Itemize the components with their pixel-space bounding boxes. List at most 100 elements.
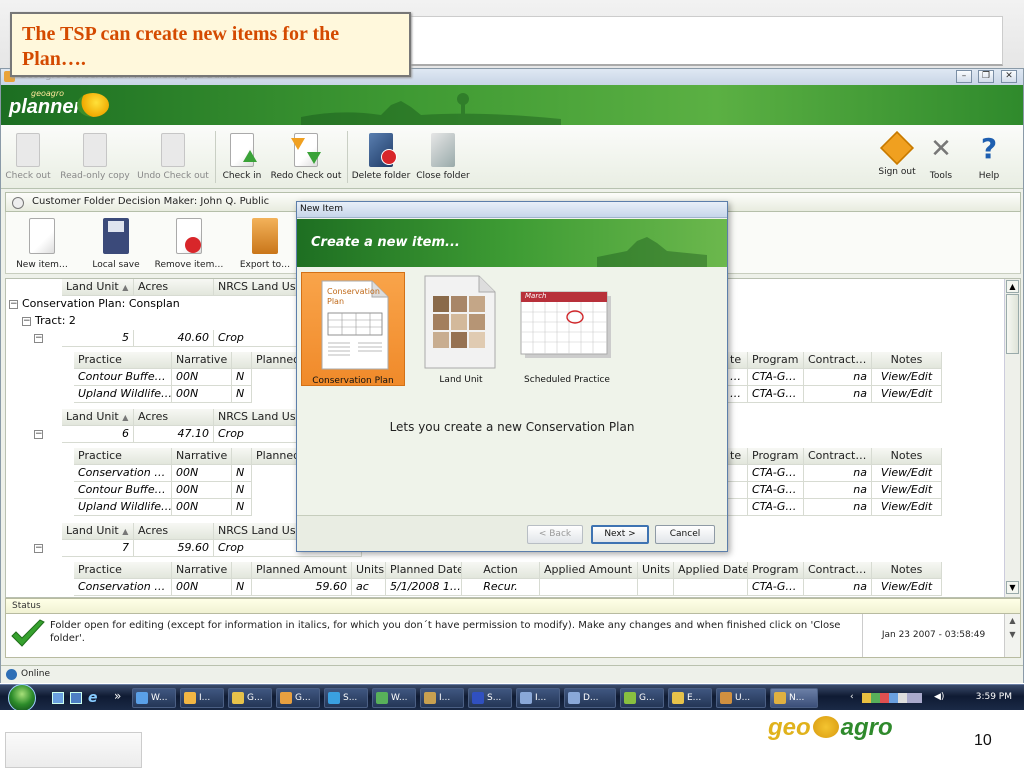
col-notes[interactable]: Notes	[872, 352, 942, 369]
collapse-icon[interactable]: −	[34, 430, 43, 439]
sign-out-button[interactable]: Sign out	[875, 131, 919, 177]
practice-row[interactable]: Conservation … 00N N 59.60 ac 5/1/2008 1…	[74, 579, 974, 596]
scroll-down-icon[interactable]: ▼	[1006, 581, 1019, 594]
taskbar-button[interactable]: S...	[324, 688, 368, 708]
help-button[interactable]: ? Help	[971, 133, 1007, 182]
taskbar-button[interactable]: G...	[228, 688, 272, 708]
col-planned-date[interactable]: Planned Date	[386, 562, 462, 579]
collapse-icon[interactable]: −	[34, 544, 43, 553]
new-item-button[interactable]: New item…	[14, 218, 70, 270]
col-notes[interactable]: Notes	[872, 562, 942, 579]
taskbar-button[interactable]: I...	[516, 688, 560, 708]
grid-scrollbar[interactable]: ▲ ▼	[1004, 279, 1020, 597]
taskbar-button[interactable]: G...	[620, 688, 664, 708]
taskbar-button[interactable]: W...	[372, 688, 416, 708]
view-edit-link[interactable]: View/Edit	[872, 386, 942, 403]
col-applied-date[interactable]: te	[726, 448, 748, 465]
taskbar-button[interactable]: U...	[716, 688, 766, 708]
volume-icon[interactable]: ◀)	[934, 685, 944, 709]
redo-checkout-button[interactable]: Redo Check out	[269, 133, 343, 181]
col-applied-units[interactable]: Units	[638, 562, 674, 579]
col-planned-amount[interactable]: Planned Amount	[252, 562, 352, 579]
col-applied-amount[interactable]: Applied Amount	[540, 562, 638, 579]
flag-cell[interactable]: N	[232, 369, 252, 386]
col-land-unit[interactable]: Land Unit ▲	[62, 523, 134, 540]
col-units[interactable]: Units	[352, 562, 386, 579]
delete-folder-button[interactable]: Delete folder	[351, 133, 411, 181]
local-save-button[interactable]: Local save	[90, 218, 142, 270]
action-cell[interactable]: Recur.	[462, 579, 540, 596]
next-button[interactable]: Next >	[591, 525, 649, 544]
switch-windows-icon[interactable]	[70, 692, 82, 704]
checkout-button[interactable]: Check out	[5, 133, 51, 181]
tray-expand-icon[interactable]: ‹	[850, 692, 854, 702]
conservation-plan-tile[interactable]: Conservation Plan Conservation Plan	[301, 272, 405, 386]
scroll-thumb[interactable]	[1006, 294, 1019, 354]
col-action[interactable]: Action	[462, 562, 540, 579]
readonly-copy-button[interactable]: Read-only copy	[59, 133, 131, 181]
col-practice[interactable]: Practice	[74, 352, 172, 369]
col-contract[interactable]: Contract…	[804, 562, 872, 579]
col-planned-amount[interactable]: Planned Amount	[252, 352, 302, 369]
col-flag[interactable]	[232, 448, 252, 465]
collapse-icon[interactable]: −	[9, 300, 18, 309]
taskbar-button-active[interactable]: N...	[770, 688, 818, 708]
col-narrative[interactable]: Narrative	[172, 352, 232, 369]
col-flag[interactable]	[232, 352, 252, 369]
taskbar-button[interactable]: G...	[276, 688, 320, 708]
view-edit-link[interactable]: View/Edit	[872, 579, 942, 596]
flag-cell[interactable]: N	[232, 499, 252, 516]
taskbar-button[interactable]: E...	[668, 688, 712, 708]
col-practice[interactable]: Practice	[74, 448, 172, 465]
collapse-icon[interactable]: −	[34, 334, 43, 343]
cancel-button[interactable]: Cancel	[655, 525, 715, 544]
col-program[interactable]: Program	[748, 352, 804, 369]
flag-cell[interactable]: N	[232, 386, 252, 403]
flag-cell[interactable]: N	[232, 579, 252, 596]
tray-icons[interactable]	[862, 693, 922, 703]
col-acres[interactable]: Acres	[134, 409, 214, 426]
view-edit-link[interactable]: View/Edit	[872, 369, 942, 386]
taskbar-button[interactable]: I...	[420, 688, 464, 708]
scheduled-practice-tile[interactable]: March Scheduled Practice	[513, 272, 621, 386]
col-program[interactable]: Program	[748, 562, 804, 579]
col-flag[interactable]	[232, 562, 252, 579]
col-land-unit[interactable]: Land Unit ▲	[62, 409, 134, 426]
col-contract[interactable]: Contract…	[804, 448, 872, 465]
remove-item-button[interactable]: Remove item…	[154, 218, 224, 270]
view-edit-link[interactable]: View/Edit	[872, 499, 942, 516]
export-button[interactable]: Export to…	[238, 218, 292, 270]
col-narrative[interactable]: Narrative	[172, 562, 232, 579]
col-land-unit[interactable]: Land Unit ▲	[62, 279, 134, 296]
undo-checkout-button[interactable]: Undo Check out	[135, 133, 211, 181]
tools-button[interactable]: ✕ Tools	[923, 133, 959, 181]
view-edit-link[interactable]: View/Edit	[872, 465, 942, 482]
taskbar-button[interactable]: W...	[132, 688, 176, 708]
close-folder-button[interactable]: Close folder	[415, 133, 471, 181]
taskbar-button[interactable]: I...	[180, 688, 224, 708]
land-unit-tile[interactable]: Land Unit	[409, 272, 513, 386]
col-applied-date[interactable]: te	[726, 352, 748, 369]
checkin-button[interactable]: Check in	[219, 133, 265, 181]
col-narrative[interactable]: Narrative	[172, 448, 232, 465]
col-applied-date[interactable]: Applied Date	[674, 562, 748, 579]
view-edit-link[interactable]: View/Edit	[872, 482, 942, 499]
taskbar-button[interactable]: D...	[564, 688, 616, 708]
col-planned-amount[interactable]: Planned Amount	[252, 448, 302, 465]
col-contract[interactable]: Contract…	[804, 352, 872, 369]
taskbar-clock[interactable]: 3:59 PM	[976, 685, 1012, 709]
flag-cell[interactable]: N	[232, 482, 252, 499]
restore-button[interactable]: ❐	[978, 70, 994, 83]
show-desktop-icon[interactable]	[52, 692, 64, 704]
col-acres[interactable]: Acres	[134, 523, 214, 540]
start-button[interactable]	[8, 684, 36, 712]
back-button[interactable]: < Back	[527, 525, 583, 544]
status-scrollbar[interactable]: ▲ ▼	[1004, 614, 1020, 657]
close-window-button[interactable]: ✕	[1001, 70, 1017, 83]
more-quicklaunch-icon[interactable]: »	[114, 689, 121, 703]
minimize-button[interactable]: –	[956, 70, 972, 83]
flag-cell[interactable]: N	[232, 465, 252, 482]
browser-quicklaunch-icon[interactable]: e	[88, 690, 98, 706]
col-notes[interactable]: Notes	[872, 448, 942, 465]
taskbar-button[interactable]: S...	[468, 688, 512, 708]
